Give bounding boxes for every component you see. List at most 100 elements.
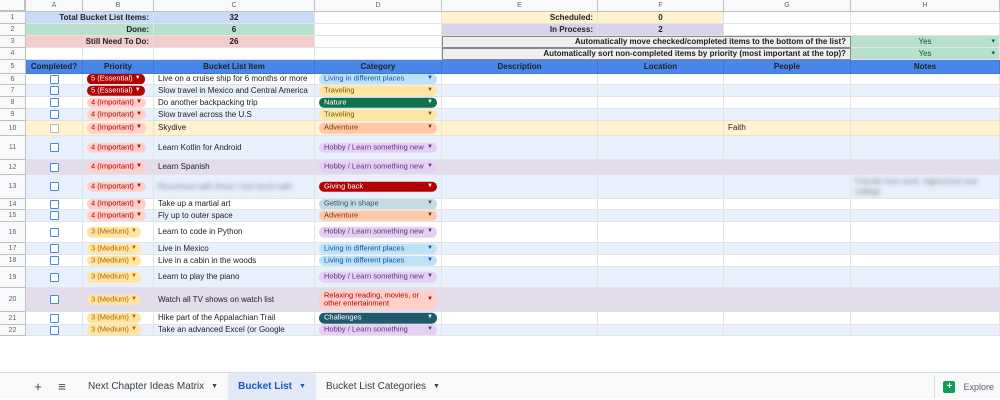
cell-category[interactable]: Nature ▼ <box>315 97 442 109</box>
cell-location[interactable] <box>598 267 724 288</box>
empty-cell[interactable] <box>724 24 851 36</box>
category-dropdown[interactable]: Traveling ▼ <box>319 109 437 120</box>
cell-description[interactable] <box>442 74 598 85</box>
need-value[interactable]: 26 <box>154 36 315 48</box>
dropdown-arrow-icon[interactable]: ▼ <box>135 87 141 94</box>
cell-location[interactable] <box>598 160 724 175</box>
cell-priority[interactable]: 3 (Medium) ▼ <box>83 243 154 255</box>
row-header[interactable]: 18 <box>0 255 26 267</box>
empty-cell[interactable] <box>154 48 315 60</box>
dropdown-arrow-icon[interactable]: ▼ <box>131 327 137 334</box>
completed-checkbox[interactable] <box>49 86 59 95</box>
cell-priority[interactable]: 3 (Medium) ▼ <box>83 288 154 312</box>
cell-completed[interactable] <box>26 288 83 312</box>
cell-description[interactable] <box>442 243 598 255</box>
cell-completed[interactable] <box>26 109 83 121</box>
cell-bucketlistitem[interactable]: Do another backpacking trip <box>154 97 315 109</box>
cell-description[interactable] <box>442 288 598 312</box>
cell-priority[interactable]: 5 (Essential) ▼ <box>83 85 154 97</box>
cell-category[interactable]: Hobby / Learn something new ▼ <box>315 160 442 175</box>
dropdown-arrow-icon[interactable]: ▼ <box>136 144 142 151</box>
category-dropdown[interactable]: Hobby / Learn something ▼ <box>319 325 437 335</box>
category-dropdown[interactable]: Nature ▼ <box>319 97 437 108</box>
cell-completed[interactable] <box>26 312 83 325</box>
cell-notes[interactable] <box>851 199 1000 210</box>
completed-checkbox[interactable] <box>49 313 59 323</box>
tab-menu-arrow-icon[interactable]: ▼ <box>299 383 306 390</box>
completed-checkbox[interactable] <box>49 182 59 191</box>
cell-people[interactable] <box>724 312 851 325</box>
cell-description[interactable] <box>442 210 598 222</box>
dropdown-arrow-icon[interactable]: ▼ <box>427 76 433 83</box>
all-sheets-menu-icon[interactable]: ≡ <box>50 373 74 400</box>
empty-cell[interactable] <box>315 36 442 48</box>
empty-cell[interactable] <box>26 48 83 60</box>
priority-dropdown[interactable]: 3 (Medium) ▼ <box>87 325 141 335</box>
add-sheet-icon[interactable]: + <box>26 373 50 400</box>
cell-bucketlistitem[interactable]: Learn to play the piano <box>154 267 315 288</box>
priority-dropdown[interactable]: 3 (Medium) ▼ <box>87 294 141 305</box>
cell-notes[interactable]: Friends from work, highschool and colleg… <box>851 175 1000 199</box>
column-header[interactable]: C <box>154 0 315 12</box>
row-header[interactable]: 13 <box>0 175 26 199</box>
dropdown-arrow-icon[interactable]: ▼ <box>427 257 433 264</box>
cell-bucketlistitem[interactable]: Learn Kotlin for Android <box>154 136 315 160</box>
cell-description[interactable] <box>442 312 598 325</box>
cell-priority[interactable]: 4 (Important) ▼ <box>83 210 154 222</box>
cell-completed[interactable] <box>26 97 83 109</box>
cell-location[interactable] <box>598 74 724 85</box>
cell-category[interactable]: Adventure ▼ <box>315 121 442 136</box>
dropdown-arrow-icon[interactable]: ▼ <box>131 296 137 303</box>
cell-notes[interactable] <box>851 222 1000 243</box>
empty-cell[interactable] <box>315 24 442 36</box>
priority-dropdown[interactable]: 3 (Medium) ▼ <box>87 226 141 238</box>
total-value[interactable]: 32 <box>154 12 315 24</box>
cell-completed[interactable] <box>26 325 83 336</box>
cell-notes[interactable] <box>851 243 1000 255</box>
cell-category[interactable]: Getting in shape ▼ <box>315 199 442 210</box>
category-dropdown[interactable]: Giving back ▼ <box>319 181 437 192</box>
row-header[interactable]: 3 <box>0 36 26 48</box>
dropdown-arrow-icon[interactable]: ▼ <box>131 245 137 252</box>
cell-notes[interactable] <box>851 325 1000 336</box>
cell-category[interactable]: Relaxing reading, movies, or other enter… <box>315 288 442 312</box>
priority-dropdown[interactable]: 5 (Essential) ▼ <box>87 85 145 96</box>
sheet-tab[interactable]: Bucket List Categories ▼ <box>316 373 450 400</box>
dropdown-arrow-icon[interactable]: ▼ <box>136 164 142 171</box>
priority-dropdown[interactable]: 4 (Important) ▼ <box>87 109 146 120</box>
cell-bucketlistitem[interactable]: Skydive <box>154 121 315 136</box>
dropdown-arrow-icon[interactable]: ▼ <box>427 99 433 106</box>
cell-priority[interactable]: 4 (Important) ▼ <box>83 136 154 160</box>
cell-category[interactable]: Giving back ▼ <box>315 175 442 199</box>
cell-notes[interactable] <box>851 97 1000 109</box>
cell-location[interactable] <box>598 85 724 97</box>
tab-menu-arrow-icon[interactable]: ▼ <box>211 383 218 390</box>
category-dropdown[interactable]: Hobby / Learn something new ▼ <box>319 161 437 173</box>
empty-cell[interactable] <box>724 12 851 24</box>
priority-dropdown[interactable]: 3 (Medium) ▼ <box>87 255 141 266</box>
category-dropdown[interactable]: Hobby / Learn something new ▼ <box>319 226 437 238</box>
cell-location[interactable] <box>598 255 724 267</box>
cell-description[interactable] <box>442 255 598 267</box>
cell-category[interactable]: Traveling ▼ <box>315 85 442 97</box>
cell-bucketlistitem[interactable]: Live in Mexico <box>154 243 315 255</box>
row-header[interactable]: 22 <box>0 325 26 336</box>
cell-bucketlistitem[interactable]: Watch all TV shows on watch list <box>154 288 315 312</box>
cell-people[interactable] <box>724 255 851 267</box>
dropdown-arrow-icon[interactable]: ▼ <box>427 125 433 132</box>
row-header[interactable]: 14 <box>0 199 26 210</box>
cell-description[interactable] <box>442 121 598 136</box>
cell-category[interactable]: Adventure ▼ <box>315 210 442 222</box>
cell-location[interactable] <box>598 210 724 222</box>
cell-completed[interactable] <box>26 175 83 199</box>
row-header[interactable]: 4 <box>0 48 26 60</box>
row-header[interactable]: 9 <box>0 109 26 121</box>
cell-description[interactable] <box>442 267 598 288</box>
select-all-corner[interactable] <box>0 0 26 12</box>
dropdown-arrow-icon[interactable]: ▼ <box>136 201 142 208</box>
category-dropdown[interactable]: Getting in shape ▼ <box>319 199 437 209</box>
cell-notes[interactable] <box>851 85 1000 97</box>
column-header[interactable]: F <box>598 0 724 12</box>
row-header[interactable]: 12 <box>0 160 26 175</box>
cell-location[interactable] <box>598 136 724 160</box>
